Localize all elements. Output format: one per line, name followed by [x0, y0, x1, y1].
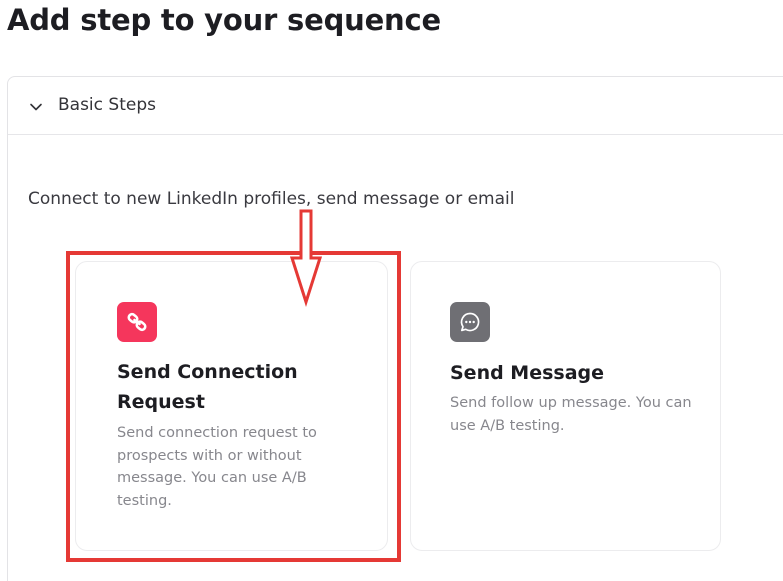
section-description: Connect to new LinkedIn profiles, send m…: [28, 189, 515, 209]
page-title: Add step to your sequence: [7, 3, 441, 37]
add-step-page: Add step to your sequence Basic Steps Co…: [0, 0, 783, 581]
basic-steps-accordion-header[interactable]: Basic Steps: [8, 77, 783, 135]
card-title: Send Connection Request: [117, 361, 298, 413]
link-icon: [117, 302, 157, 342]
send-message-card[interactable]: Send Message Send follow up message. You…: [410, 261, 721, 551]
card-title: Send Message: [450, 362, 605, 384]
card-description: Send follow up message. You can use A/B …: [450, 395, 692, 434]
accordion-label: Basic Steps: [58, 95, 156, 115]
steps-panel: Basic Steps Connect to new LinkedIn prof…: [7, 76, 783, 581]
card-description: Send connection request to prospects wit…: [117, 425, 317, 509]
chat-bubble-icon: [450, 302, 490, 342]
send-connection-request-card[interactable]: Send Connection Request Send connection …: [75, 261, 388, 551]
chevron-down-icon: [30, 103, 42, 111]
